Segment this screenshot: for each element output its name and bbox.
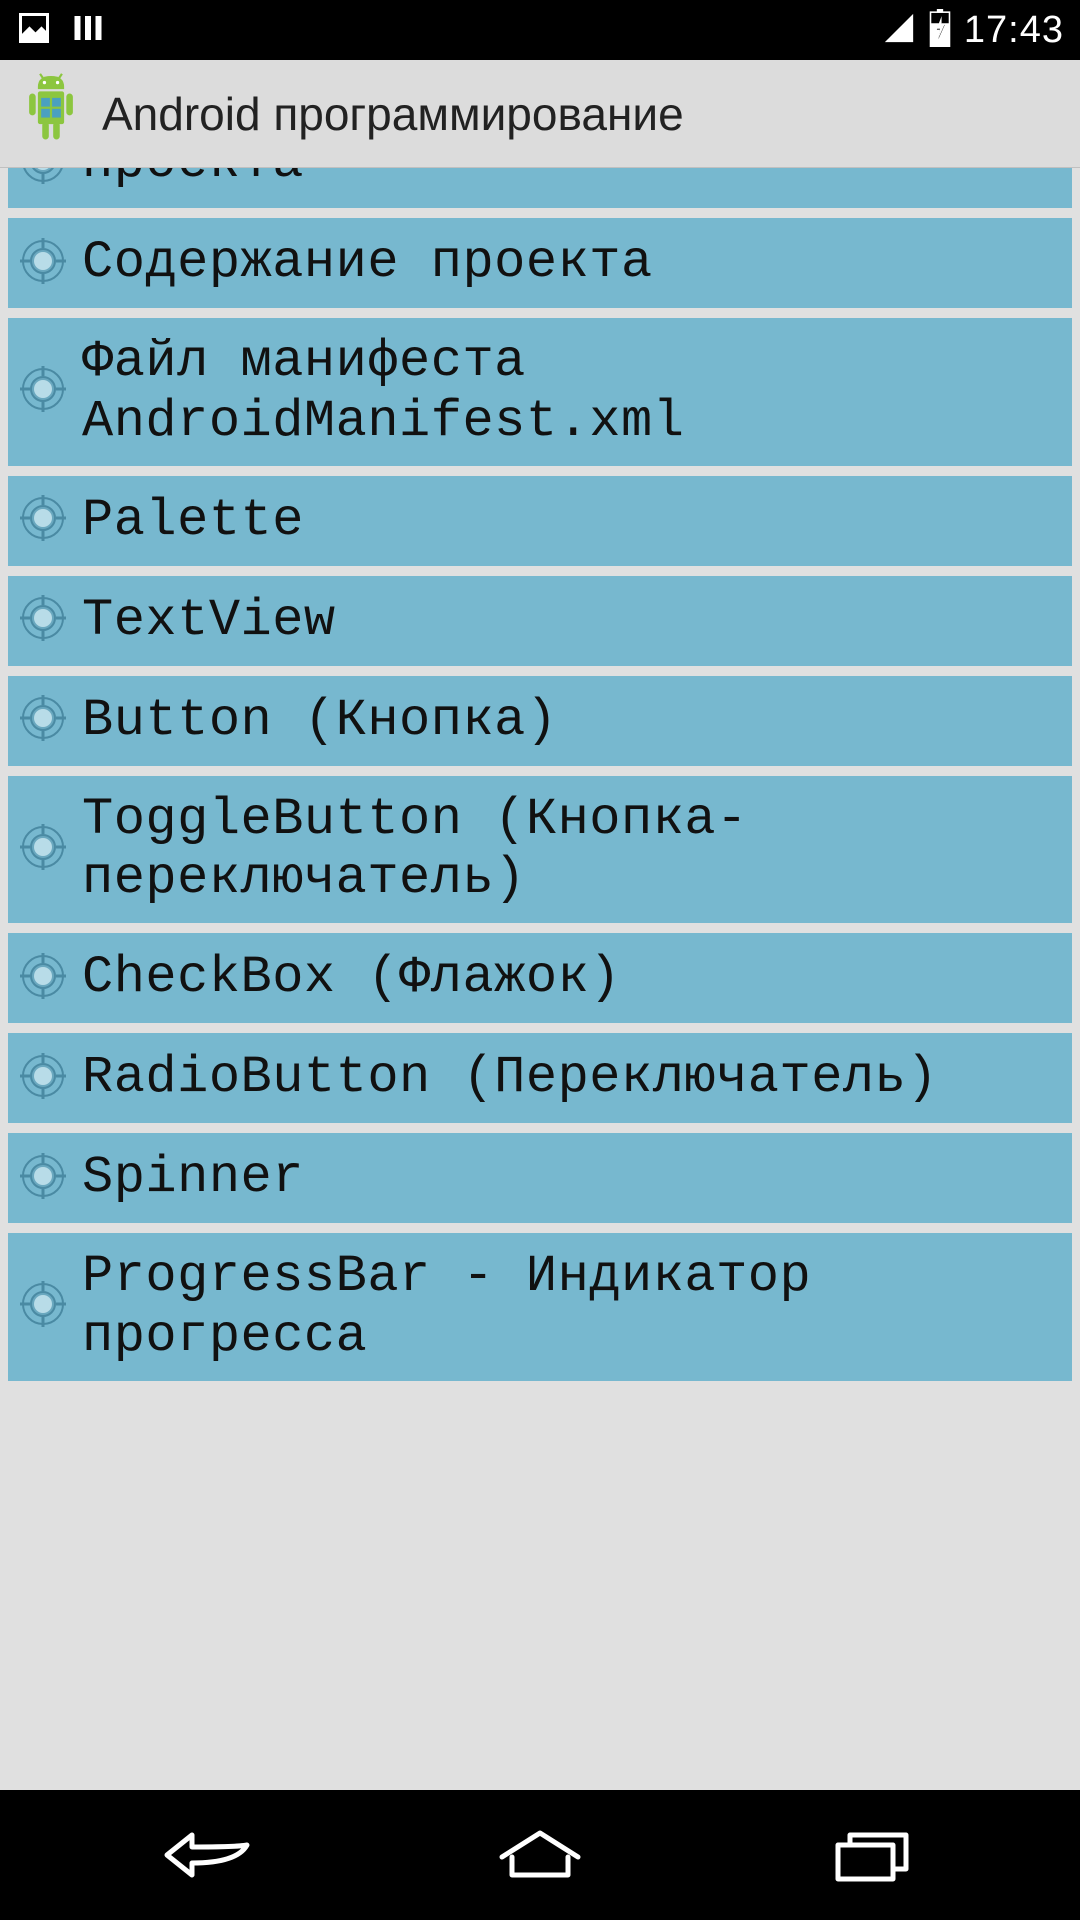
status-clock: 17:43: [964, 9, 1064, 52]
bars-icon: [70, 10, 106, 51]
list-item-label: Button (Кнопка): [82, 691, 558, 751]
content-area[interactable]: проекта Содержание проекта Файл манифест…: [0, 168, 1080, 1790]
reticle-icon: [18, 951, 68, 1006]
reticle-icon: [18, 236, 68, 291]
list-item[interactable]: RadioButton (Переключатель): [8, 1033, 1072, 1123]
list-item-label: TextView: [82, 591, 336, 651]
battery-charging-icon: [928, 9, 952, 52]
status-bar: 17:43: [0, 0, 1080, 60]
status-left: [16, 10, 106, 51]
navigation-bar: [0, 1790, 1080, 1920]
list-item[interactable]: Файл манифеста AndroidManifest.xml: [8, 318, 1072, 466]
app-title: Android программирование: [102, 87, 684, 141]
reticle-icon: [18, 493, 68, 548]
list-item-label: Содержание проекта: [82, 233, 653, 293]
signal-icon: [882, 11, 916, 50]
list-item-label: Palette: [82, 491, 304, 551]
status-right: 17:43: [882, 9, 1064, 52]
reticle-icon: [18, 593, 68, 648]
list-item-label: ToggleButton (Кнопка-переключатель): [82, 790, 1062, 910]
screen: 17:43: [0, 0, 1080, 1920]
reticle-icon: [18, 693, 68, 748]
home-button[interactable]: [450, 1815, 630, 1895]
list-item[interactable]: Button (Кнопка): [8, 676, 1072, 766]
back-button[interactable]: [117, 1815, 297, 1895]
reticle-icon: [18, 168, 68, 191]
list-item-label: проекта: [82, 168, 304, 193]
list-item[interactable]: Palette: [8, 476, 1072, 566]
list-item[interactable]: Spinner: [8, 1133, 1072, 1223]
recent-apps-button[interactable]: [783, 1815, 963, 1895]
android-icon: [16, 71, 86, 156]
reticle-icon: [18, 1279, 68, 1334]
list-item[interactable]: Содержание проекта: [8, 218, 1072, 308]
list-item[interactable]: проекта: [8, 168, 1072, 208]
reticle-icon: [18, 822, 68, 877]
list-item-label: CheckBox (Флажок): [82, 948, 621, 1008]
list-item-label: Spinner: [82, 1148, 304, 1208]
topic-list: проекта Содержание проекта Файл манифест…: [8, 168, 1072, 1381]
reticle-icon: [18, 1151, 68, 1206]
list-item[interactable]: TextView: [8, 576, 1072, 666]
picture-icon: [16, 10, 52, 51]
list-item[interactable]: ToggleButton (Кнопка-переключатель): [8, 776, 1072, 924]
list-item[interactable]: ProgressBar - Индикатор прогресса: [8, 1233, 1072, 1381]
list-item[interactable]: CheckBox (Флажок): [8, 933, 1072, 1023]
reticle-icon: [18, 364, 68, 419]
list-item-label: ProgressBar - Индикатор прогресса: [82, 1247, 1062, 1367]
list-item-label: Файл манифеста AndroidManifest.xml: [82, 332, 1062, 452]
list-item-label: RadioButton (Переключатель): [82, 1048, 938, 1108]
app-bar: Android программирование: [0, 60, 1080, 168]
reticle-icon: [18, 1051, 68, 1106]
